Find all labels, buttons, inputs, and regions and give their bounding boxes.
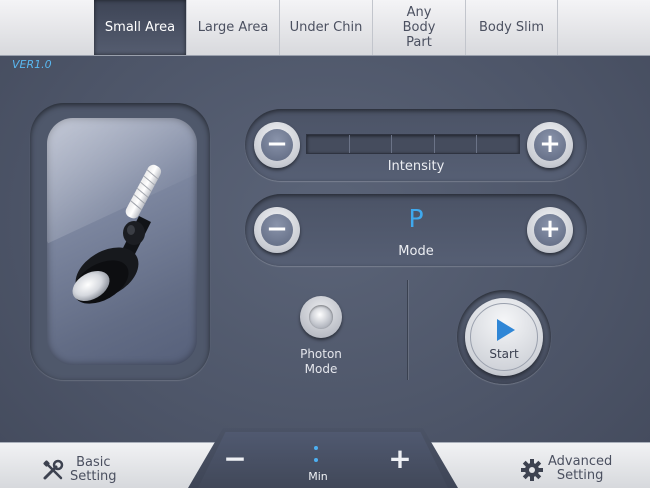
divider xyxy=(407,280,408,380)
tab-any-body-part[interactable]: Any Body Part xyxy=(373,0,466,55)
timer-dot xyxy=(314,458,318,462)
basic-setting-line1: Basic xyxy=(76,455,111,470)
advanced-setting-button[interactable]: Advanced Setting xyxy=(520,455,640,483)
mode-control: − P Mode + xyxy=(245,194,587,266)
tab-label: Large Area xyxy=(197,20,269,35)
photon-mode-label: Photon Mode xyxy=(280,347,362,377)
basic-setting-label: Basic Setting xyxy=(70,456,117,484)
version-label: VER1.0 xyxy=(12,58,52,71)
tab-bar: Small Area Large Area Under Chin Any Bod… xyxy=(0,0,650,56)
timer-dot xyxy=(314,446,318,450)
device-screen: Small Area Large Area Under Chin Any Bod… xyxy=(0,0,650,488)
handpiece-image xyxy=(47,118,197,365)
intensity-control: − Intensity + xyxy=(245,109,587,181)
photon-indicator-icon xyxy=(309,305,333,329)
intensity-increase-button[interactable]: + xyxy=(527,122,573,168)
photon-label-line1: Photon xyxy=(300,347,342,361)
advanced-setting-line1: Advanced xyxy=(548,454,613,469)
basic-setting-line2: Setting xyxy=(70,469,117,484)
mode-next-button[interactable]: + xyxy=(527,207,573,253)
plus-icon: + xyxy=(534,129,566,161)
photon-mode-button[interactable] xyxy=(300,296,342,338)
timer-increase-button[interactable]: + xyxy=(385,445,415,475)
gear-icon xyxy=(521,459,543,481)
photon-label-line2: Mode xyxy=(304,362,338,376)
timer-decrease-button[interactable]: − xyxy=(220,445,250,475)
tab-label: Under Chin xyxy=(289,20,363,35)
tab-body-slim[interactable]: Body Slim xyxy=(466,0,558,55)
tab-small-area[interactable]: Small Area xyxy=(94,0,187,55)
play-icon xyxy=(497,319,515,341)
tab-large-area[interactable]: Large Area xyxy=(187,0,280,55)
timer-display xyxy=(314,446,320,470)
minus-icon: − xyxy=(261,129,293,161)
plus-icon: + xyxy=(534,214,566,246)
wrench-screwdriver-icon xyxy=(43,459,64,480)
basic-setting-button[interactable]: Basic Setting xyxy=(38,456,138,484)
tab-under-chin[interactable]: Under Chin xyxy=(280,0,373,55)
start-label: Start xyxy=(489,347,519,361)
intensity-segment xyxy=(307,135,350,153)
tab-label: Body Slim xyxy=(478,20,545,35)
advanced-setting-label: Advanced Setting xyxy=(548,455,612,483)
intensity-level-bar xyxy=(306,134,520,154)
timer-unit-label: Min xyxy=(308,470,328,483)
intensity-segment xyxy=(350,135,393,153)
intensity-segment xyxy=(477,135,519,153)
tab-label: Any Body Part xyxy=(402,5,436,50)
intensity-segment xyxy=(392,135,435,153)
start-button[interactable]: Start xyxy=(465,298,543,376)
intensity-segment xyxy=(435,135,478,153)
advanced-setting-line2: Setting xyxy=(556,468,604,483)
tab-label: Small Area xyxy=(104,20,176,35)
